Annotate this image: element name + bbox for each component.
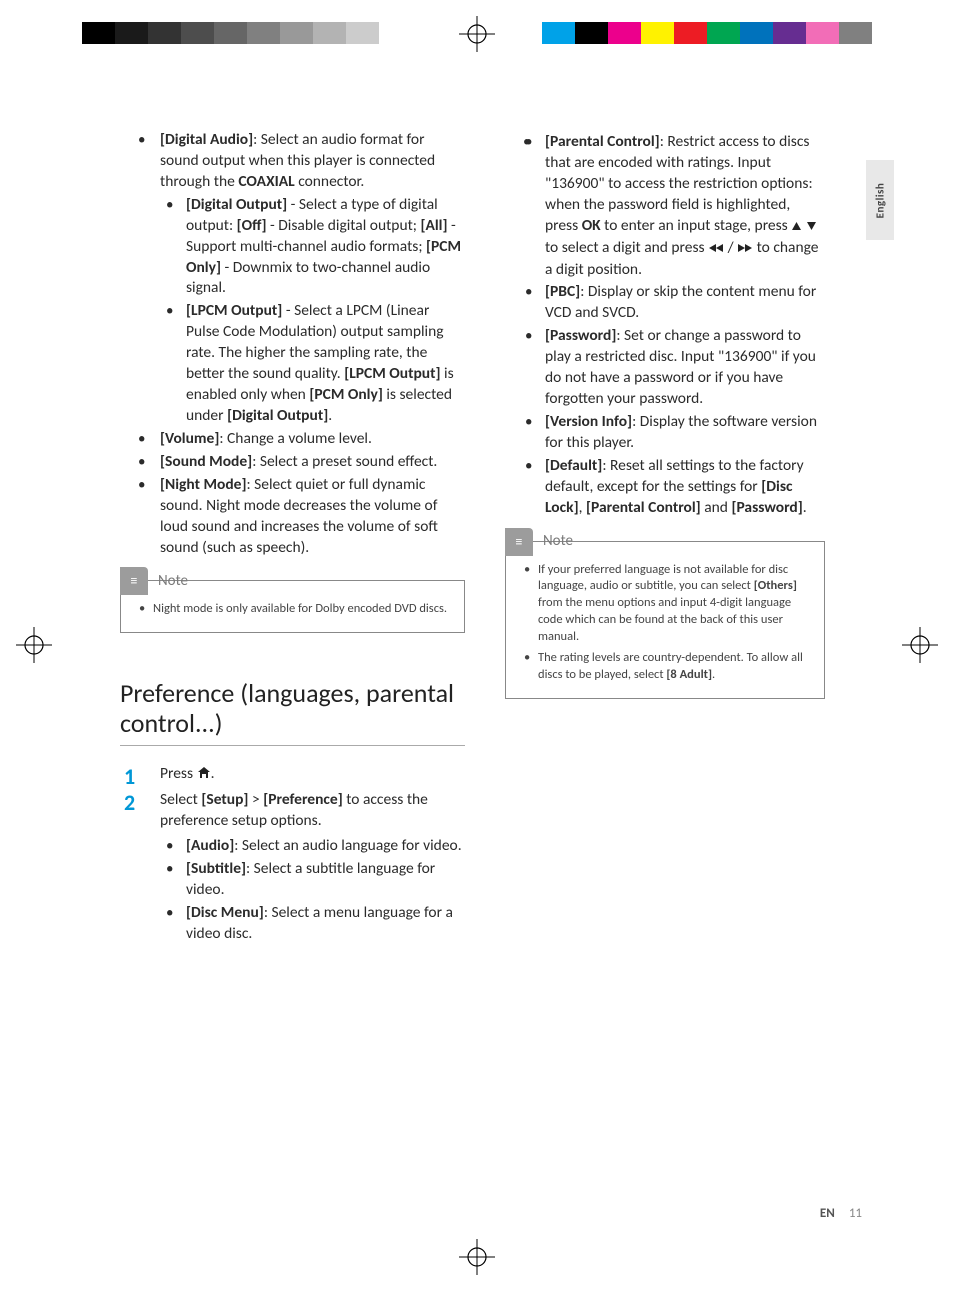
registration-mark-icon: [459, 1239, 495, 1275]
footer-page-number: 11: [849, 1206, 862, 1221]
note-box-right: ≡ Note If your preferred language is not…: [505, 541, 825, 699]
down-arrow-icon: [806, 217, 817, 238]
note-title: Note: [158, 571, 188, 591]
item-parental-control: [Parental Control]: Restrict access to d…: [545, 132, 825, 280]
note-item: The rating levels are country-dependent.…: [538, 650, 810, 684]
item-night-mode: [Night Mode]: Select quiet or full dynam…: [160, 475, 465, 559]
item-lpcm-output: [LPCM Output] - Select a LPCM (Linear Pu…: [186, 301, 465, 427]
item-password: [Password]: Set or change a password to …: [545, 326, 825, 410]
fast-forward-icon: [737, 239, 753, 260]
registration-mark-icon: [902, 627, 938, 663]
section-heading-preference: Preference (languages, parental control.…: [120, 679, 465, 746]
item-digital-audio: [Digital Audio]: Select an audio format …: [160, 130, 465, 427]
registration-mark-icon: [459, 16, 495, 52]
item-subtitle: [Subtitle]: Select a subtitle language f…: [186, 859, 465, 901]
page-content: [Digital Audio]: Select an audio format …: [120, 130, 894, 1211]
item-digital-output: [Digital Output] - Select a type of digi…: [186, 195, 465, 300]
left-column: [Digital Audio]: Select an audio format …: [120, 130, 465, 948]
item-sound-mode: [Sound Mode]: Select a preset sound effe…: [160, 452, 465, 473]
registration-mark-icon: [16, 627, 52, 663]
note-item: Night mode is only available for Dolby e…: [153, 601, 450, 618]
note-icon: ≡: [120, 567, 148, 595]
right-column: [Parental Control]: Restrict access to d…: [505, 130, 825, 948]
label: [Digital Audio]: [160, 130, 253, 149]
item-audio: [Audio]: Select an audio language for vi…: [186, 836, 465, 857]
item-disc-menu: [Disc Menu]: Select a menu language for …: [186, 903, 465, 945]
item-pbc: [PBC]: Display or skip the content menu …: [545, 282, 825, 324]
rewind-icon: [708, 239, 724, 260]
item-default: [Default]: Reset all settings to the fac…: [545, 456, 825, 519]
grayscale-calibration-bar: [82, 22, 412, 44]
home-icon: [197, 765, 211, 786]
page-footer: EN 11: [820, 1206, 862, 1221]
item-version-info: [Version Info]: Display the software ver…: [545, 412, 825, 454]
item-volume: [Volume]: Change a volume level.: [160, 429, 465, 450]
footer-lang: EN: [820, 1206, 835, 1221]
color-calibration-bar: [542, 22, 872, 44]
step-1: Press .: [160, 764, 465, 786]
up-arrow-icon: [791, 217, 802, 238]
step-2: Select [Setup] > [Preference] to access …: [160, 790, 465, 944]
note-box-left: ≡ Note Night mode is only available for …: [120, 580, 465, 633]
note-item: If your preferred language is not availa…: [538, 562, 810, 646]
note-icon: ≡: [505, 528, 533, 556]
note-title: Note: [543, 531, 573, 551]
